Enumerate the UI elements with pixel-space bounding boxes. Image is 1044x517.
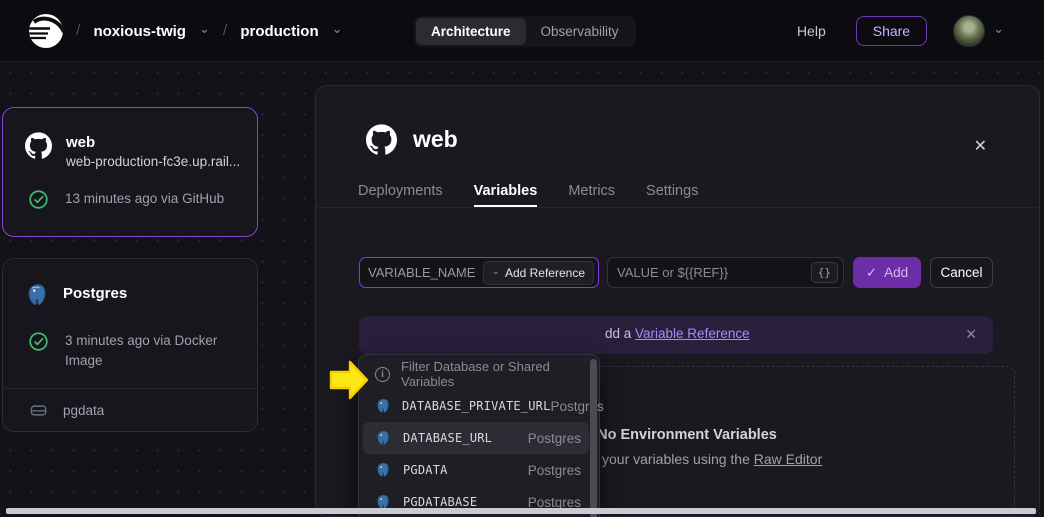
empty-state-subtitle: your variables using the Raw Editor <box>602 451 822 467</box>
bottom-edge-strip <box>6 508 1036 514</box>
add-reference-button[interactable]: ⌄ Add Reference <box>483 261 594 285</box>
braces-icon[interactable]: {} <box>811 262 838 283</box>
close-icon[interactable]: ✕ <box>974 136 987 156</box>
raw-editor-link[interactable]: Raw Editor <box>754 451 822 467</box>
user-avatar[interactable] <box>953 15 985 47</box>
breadcrumb-separator: / <box>76 22 80 40</box>
chevron-down-icon: ⌄ <box>492 266 500 277</box>
view-switcher: Architecture Observability <box>414 16 636 47</box>
variable-name: PGDATABASE <box>403 495 528 509</box>
deploy-status: 3 minutes ago via Docker Image <box>65 331 225 370</box>
project-chevron-down-icon[interactable]: ⌄ <box>199 21 210 37</box>
tab-metrics[interactable]: Metrics <box>568 183 615 207</box>
filter-hint-row: i Filter Database or Shared Variables <box>363 358 589 390</box>
tab-architecture[interactable]: Architecture <box>416 18 526 45</box>
topbar-right: Help Share ⌄ <box>797 0 1004 62</box>
share-button[interactable]: Share <box>856 16 927 46</box>
cancel-button[interactable]: Cancel <box>930 257 993 288</box>
postgres-icon <box>375 430 391 446</box>
service-title: web <box>66 132 240 154</box>
environment-name[interactable]: production <box>240 23 318 40</box>
github-icon <box>366 124 397 155</box>
variable-name: PGDATA <box>403 463 528 477</box>
variable-suggestions-dropdown: i Filter Database or Shared Variables DA… <box>358 354 600 517</box>
variable-name: DATABASE_URL <box>403 431 528 445</box>
suggestion-pgdata[interactable]: PGDATA Postgres <box>363 454 589 486</box>
service-card-web[interactable]: web web-production-fc3e.up.rail... 13 mi… <box>2 107 258 237</box>
volume-icon <box>29 401 48 420</box>
volume-row[interactable]: pgdata <box>3 389 257 420</box>
tab-settings[interactable]: Settings <box>646 183 698 207</box>
service-domain[interactable]: web-production-fc3e.up.rail... <box>66 154 240 169</box>
environment-chevron-down-icon[interactable]: ⌄ <box>332 21 343 37</box>
github-icon <box>25 132 52 159</box>
top-bar: / noxious-twig ⌄ / production ⌄ Architec… <box>0 0 1044 62</box>
volume-name: pgdata <box>63 403 104 418</box>
add-variable-button[interactable]: ✓ Add <box>853 257 921 288</box>
panel-tabs: Deployments Variables Metrics Settings <box>316 155 1039 208</box>
deploy-status: 13 minutes ago via GitHub <box>65 189 224 209</box>
help-link[interactable]: Help <box>797 23 826 39</box>
banner-text: dd a Variable Reference <box>605 326 750 341</box>
check-icon: ✓ <box>866 265 877 281</box>
breadcrumb: / noxious-twig ⌄ / production ⌄ <box>76 0 343 62</box>
variable-name-input[interactable] <box>368 265 483 280</box>
railway-app: / noxious-twig ⌄ / production ⌄ Architec… <box>0 0 1044 517</box>
railway-logo-icon[interactable] <box>28 13 64 49</box>
service-card-postgres[interactable]: Postgres 3 minutes ago via Docker Image … <box>2 258 258 432</box>
variable-reference-link[interactable]: Variable Reference <box>635 326 750 341</box>
deploy-success-icon <box>28 331 49 352</box>
postgres-icon <box>375 462 391 478</box>
suggestion-database-url[interactable]: DATABASE_URL Postgres <box>363 422 589 454</box>
variable-name-field[interactable]: ⌄ Add Reference <box>359 257 599 288</box>
postgres-icon <box>375 398 391 414</box>
variable-name: DATABASE_PRIVATE_URL <box>402 399 551 413</box>
annotation-arrow-icon <box>328 358 370 402</box>
account-chevron-down-icon[interactable]: ⌄ <box>993 21 1004 37</box>
scrollbar-thumb[interactable] <box>590 359 597 517</box>
variable-value-input[interactable] <box>617 265 811 280</box>
variable-value-field[interactable]: {} <box>607 257 844 288</box>
breadcrumb-separator: / <box>223 22 227 40</box>
dropdown-scrollbar[interactable] <box>590 359 597 517</box>
service-title: Postgres <box>63 283 127 305</box>
info-icon: i <box>375 367 390 382</box>
tab-observability[interactable]: Observability <box>526 18 634 45</box>
deploy-success-icon <box>28 189 49 210</box>
architecture-canvas[interactable]: web web-production-fc3e.up.rail... 13 mi… <box>0 62 1044 517</box>
variable-source: Postgres <box>528 431 581 446</box>
variable-reference-banner: dd a Variable Reference ✕ <box>359 316 993 354</box>
project-name[interactable]: noxious-twig <box>93 23 186 40</box>
banner-close-icon[interactable]: ✕ <box>965 326 977 343</box>
postgres-icon <box>25 283 49 307</box>
tab-variables[interactable]: Variables <box>474 183 538 207</box>
variable-source: Postgres <box>528 463 581 478</box>
tab-deployments[interactable]: Deployments <box>358 183 443 207</box>
new-variable-form: ⌄ Add Reference {} ✓ Add Cancel <box>359 257 993 288</box>
panel-title: web <box>413 126 458 153</box>
filter-hint-label: Filter Database or Shared Variables <box>401 359 581 389</box>
suggestion-database-private-url[interactable]: DATABASE_PRIVATE_URL Postgres <box>363 390 589 422</box>
